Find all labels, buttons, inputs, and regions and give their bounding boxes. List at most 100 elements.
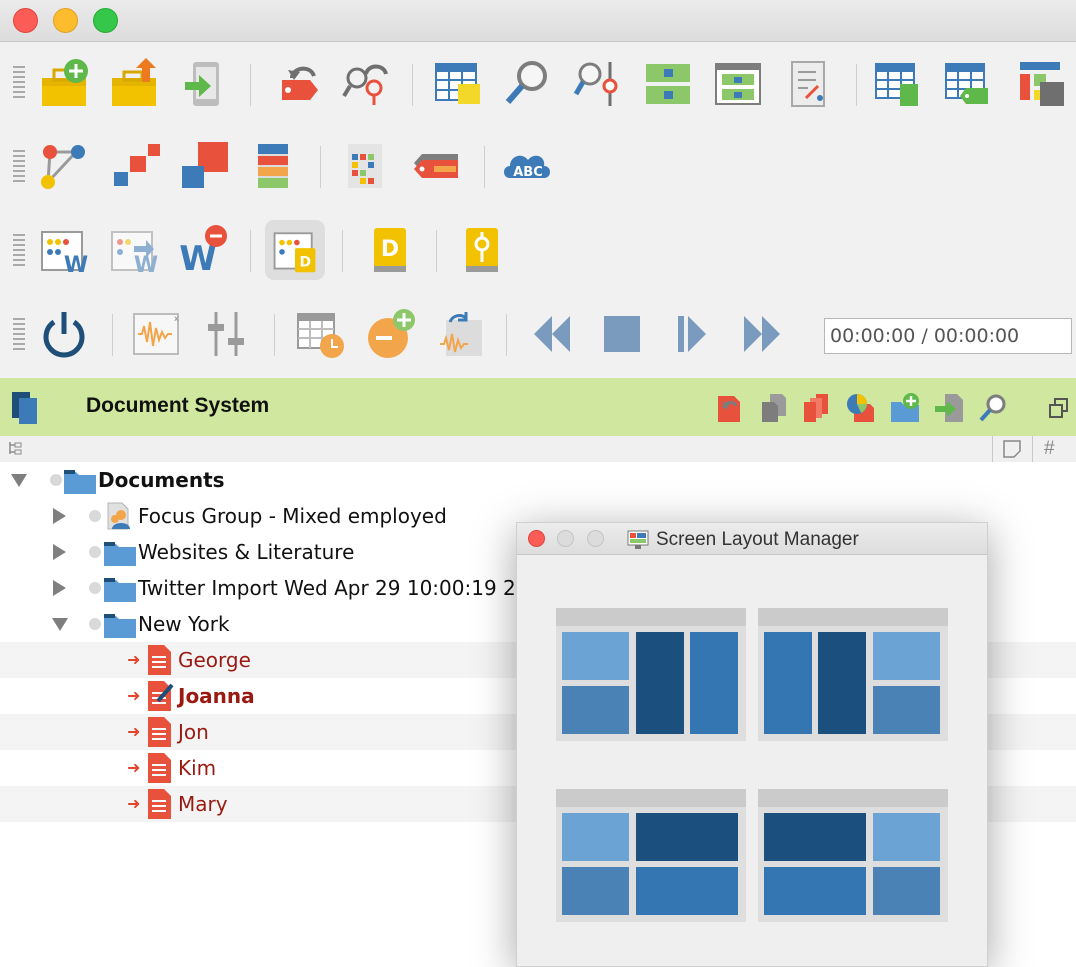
toolbar-grip[interactable] (13, 150, 25, 184)
folder-icon (104, 576, 136, 607)
screen-layout-manager-window: Screen Layout Manager (516, 522, 988, 967)
word-import-icon[interactable]: W (104, 220, 164, 280)
new-project-icon[interactable] (34, 54, 94, 114)
audio-waveform-icon[interactable]: x (126, 304, 186, 364)
fast-forward-icon[interactable] (732, 304, 792, 364)
layout-option-2[interactable] (758, 608, 948, 741)
slm-title-bar[interactable]: Screen Layout Manager (517, 523, 987, 555)
color-docs-icon[interactable] (844, 391, 878, 425)
memo-column-icon[interactable] (1002, 439, 1022, 464)
open-project-icon[interactable] (104, 54, 164, 114)
expand-arrow-icon[interactable] (53, 580, 66, 596)
matrix-large-icon[interactable] (174, 136, 234, 196)
layout-window-icon[interactable] (708, 54, 768, 114)
abc-cloud-icon[interactable]: ABC (498, 136, 558, 196)
expand-arrow-icon[interactable] (53, 544, 66, 560)
toolbar-row-1 (0, 42, 1076, 126)
document-icon (148, 645, 172, 680)
svg-text:W: W (64, 253, 88, 276)
calendar-timer-icon[interactable] (290, 304, 350, 364)
tree-view-icon[interactable] (8, 440, 24, 461)
stacked-docs-icon[interactable] (244, 136, 304, 196)
table-export-icon[interactable] (868, 54, 928, 114)
chart-icon[interactable] (1012, 54, 1072, 114)
search-undo-icon[interactable] (338, 54, 398, 114)
toolbar-row-3: W W W D D (0, 210, 1076, 294)
layout-option-3[interactable] (556, 789, 746, 922)
layout-option-4[interactable] (758, 789, 948, 922)
layout-option-1[interactable] (556, 608, 746, 741)
toolbar-grip[interactable] (13, 318, 25, 352)
add-timestamp-icon[interactable] (360, 304, 420, 364)
expand-arrow-icon[interactable] (52, 618, 68, 631)
play-icon[interactable] (662, 304, 722, 364)
word-dictionary-icon[interactable]: W (34, 220, 94, 280)
document-edit-pen-icon (148, 681, 176, 716)
tree-item-label: New York (138, 612, 230, 636)
svg-text:ABC: ABC (513, 165, 543, 180)
focus-group-icon (106, 501, 134, 536)
rewind-icon[interactable] (522, 304, 582, 364)
search-docs-icon[interactable] (976, 391, 1010, 425)
copy-docs-icon[interactable] (756, 391, 790, 425)
power-icon[interactable] (34, 304, 94, 364)
slm-close-button[interactable] (528, 530, 545, 547)
search-icon[interactable] (498, 54, 558, 114)
dictionary-view-icon[interactable]: D (265, 220, 325, 280)
document-edit-icon[interactable] (778, 54, 838, 114)
activate-arrow-icon[interactable]: ➜ (127, 650, 140, 670)
folder-icon (104, 540, 136, 571)
color-grid-icon[interactable] (336, 136, 396, 196)
network-icon[interactable] (34, 136, 94, 196)
table-note-icon[interactable] (428, 54, 488, 114)
documents-icon (12, 392, 40, 429)
activate-arrow-icon[interactable]: ➜ (127, 794, 140, 814)
title-bar (0, 0, 1076, 42)
zoom-window-button[interactable] (93, 8, 118, 33)
matrix-small-icon[interactable] (104, 136, 164, 196)
time-display[interactable]: 00:00:00 / 00:00:00 (824, 318, 1072, 354)
document-icon (148, 717, 172, 752)
sync-audio-icon[interactable] (430, 304, 490, 364)
undo-tag-icon[interactable] (268, 54, 328, 114)
status-dot (89, 582, 101, 594)
activate-arrow-icon[interactable]: ➜ (127, 722, 140, 742)
count-column-icon[interactable]: # (1044, 438, 1055, 460)
activate-docs-icon[interactable] (712, 391, 746, 425)
close-window-button[interactable] (13, 8, 38, 33)
document-label: Joanna (178, 684, 255, 708)
split-view-icon[interactable] (638, 54, 698, 114)
toolbar-grip[interactable] (13, 234, 25, 268)
activate-arrow-icon[interactable]: ➜ (127, 686, 140, 706)
document-label: Mary (178, 792, 228, 816)
svg-text:W: W (134, 253, 158, 276)
status-dot (89, 510, 101, 522)
folder-icon (104, 612, 136, 643)
tree-root-label: Documents (98, 468, 225, 492)
detach-window-icon[interactable] (1042, 391, 1076, 425)
multi-docs-icon[interactable] (800, 391, 834, 425)
folder-icon (64, 468, 96, 499)
retrieval-search-icon[interactable] (568, 54, 628, 114)
tree-item-label: Twitter Import Wed Apr 29 10:00:19 201 (138, 576, 542, 600)
stop-icon[interactable] (592, 304, 652, 364)
activate-arrow-icon[interactable]: ➜ (127, 758, 140, 778)
mixer-icon[interactable] (196, 304, 256, 364)
import-docs-icon[interactable] (932, 391, 966, 425)
import-mobile-icon[interactable] (174, 54, 234, 114)
dictionary-book-icon[interactable]: D (360, 220, 420, 280)
document-label: Kim (178, 756, 217, 780)
document-icon (148, 753, 172, 788)
expand-arrow-icon[interactable] (53, 508, 66, 524)
table-tag-export-icon[interactable] (938, 54, 998, 114)
tree-item-label: Websites & Literature (138, 540, 355, 564)
word-remove-icon[interactable]: W (174, 220, 234, 280)
tag-icon[interactable] (406, 136, 466, 196)
svg-text:D: D (299, 255, 311, 271)
minimize-window-button[interactable] (53, 8, 78, 33)
toolbar-grip[interactable] (13, 66, 25, 100)
expand-arrow-icon[interactable] (11, 474, 27, 487)
new-folder-icon[interactable] (888, 391, 922, 425)
tree-root-row[interactable]: Documents (0, 462, 1076, 498)
codebook-icon[interactable] (452, 220, 512, 280)
